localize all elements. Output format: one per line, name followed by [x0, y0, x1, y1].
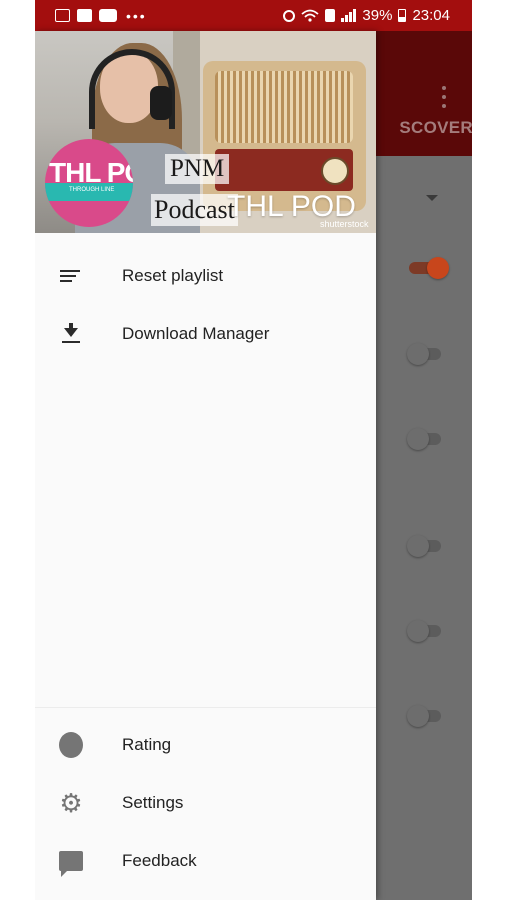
menu-item-rating[interactable]: Rating — [35, 717, 376, 773]
more-notifications-icon: ••• — [126, 7, 147, 24]
logo-text: THL POD — [49, 157, 133, 188]
clock-time: 23:04 — [412, 7, 450, 24]
signal-icon — [341, 9, 357, 22]
navigation-drawer: shutterstock THL POD THROUGH LINE PNM Po… — [35, 31, 376, 900]
drawer-divider — [35, 707, 376, 708]
menu-item-reset-playlist[interactable]: Reset playlist — [35, 248, 376, 304]
menu-item-feedback[interactable]: Feedback — [35, 833, 376, 889]
status-bar: ••• 39% 23:04 — [35, 0, 472, 31]
toggle-switch-4[interactable] — [407, 535, 445, 557]
nfc-icon — [325, 9, 336, 22]
menu-item-download-manager[interactable]: Download Manager — [35, 306, 376, 362]
podcast-logo: THL POD THROUGH LINE — [45, 139, 133, 227]
gallery-notification-icon — [55, 9, 70, 22]
facebook-notification-icon — [77, 9, 92, 22]
battery-icon — [398, 9, 407, 22]
menu-item-settings[interactable]: ⚙ Settings — [35, 775, 376, 831]
youtube-notification-icon — [99, 9, 117, 22]
alarm-icon — [283, 9, 296, 22]
settings-gear-icon: ⚙ — [59, 788, 83, 818]
drawer-header-image: shutterstock THL POD THROUGH LINE PNM Po… — [35, 31, 376, 233]
menu-item-label: Download Manager — [122, 324, 270, 343]
menu-item-label: Rating — [122, 735, 172, 754]
logo-subtext: THROUGH LINE — [69, 187, 115, 193]
wifi-icon — [301, 9, 320, 22]
system-icons: 39% 23:04 — [283, 7, 472, 24]
tab-discover[interactable]: SCOVER — [365, 118, 472, 138]
menu-item-label: Reset playlist — [122, 266, 224, 285]
header-brand-text: THL POD — [227, 190, 356, 223]
dropdown-arrow-icon[interactable] — [426, 195, 438, 201]
more-options-icon[interactable] — [441, 86, 447, 108]
toggle-switch-2[interactable] — [407, 343, 445, 365]
download-icon — [59, 322, 83, 346]
toggle-switch-6[interactable] — [407, 705, 445, 727]
rating-icon — [59, 732, 83, 758]
header-title-line-2: Podcast — [151, 194, 238, 226]
notification-icons: ••• — [35, 8, 147, 24]
menu-item-label: Feedback — [122, 851, 197, 870]
toggle-switch-1[interactable] — [407, 257, 449, 279]
menu-item-label: Settings — [122, 793, 184, 812]
toggle-switch-3[interactable] — [407, 428, 445, 450]
phone-screen: ••• 39% 23:04 SCOVER shutterstock THL P … — [35, 0, 472, 900]
toggle-switch-5[interactable] — [407, 620, 445, 642]
battery-percent: 39% — [362, 7, 393, 24]
reset-playlist-icon — [59, 264, 83, 288]
header-title-line-1: PNM — [165, 154, 230, 184]
feedback-icon — [59, 849, 83, 877]
